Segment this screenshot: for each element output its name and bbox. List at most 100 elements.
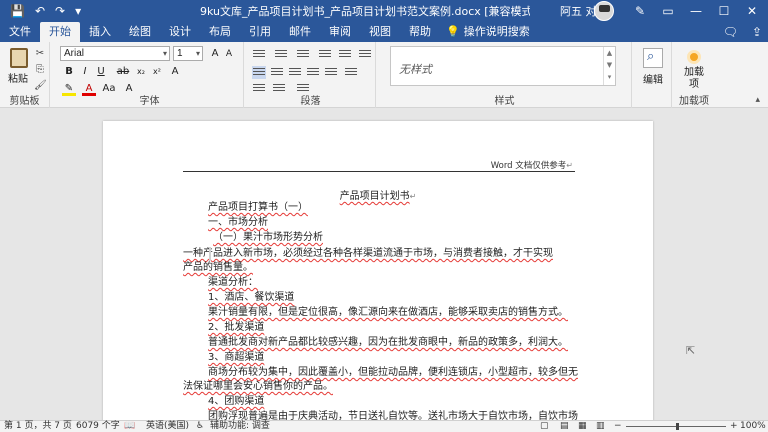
web-layout-icon[interactable]: ▥ [596,421,605,432]
tab-layout[interactable]: 布局 [200,22,240,42]
tell-me-search[interactable]: 💡 操作说明搜索 [440,22,536,42]
body-line[interactable]: 3、商超渠道 [208,351,264,365]
align-left-icon[interactable] [252,66,266,79]
undo-icon[interactable]: ↶ [35,4,45,18]
document-page[interactable]: Word 文档仅供参考↵ 产品项目计划书↵ 产品项目打算书（一） 一、市场分析 … [103,121,653,420]
justify-icon[interactable] [306,66,320,79]
user-name[interactable]: 阿五 对 [560,3,597,19]
italic-button[interactable]: I [78,65,92,79]
body-line[interactable]: 一种产品进入新市场，必须经过各种各样渠道流通于市场，与消费者接触，才干实现 [183,247,553,261]
addins-button-label: 加载项 [684,67,704,90]
shrink-font-icon[interactable]: A [222,47,236,61]
print-layout-icon[interactable]: ▦ [578,421,587,432]
numbering-icon[interactable] [274,48,288,61]
paragraph-group-label: 段落 [300,96,321,107]
document-area: Word 文档仅供参考↵ 产品项目计划书↵ 产品项目打算书（一） 一、市场分析 … [0,109,768,420]
increase-indent-icon[interactable] [338,48,352,61]
paste-icon[interactable] [10,48,28,68]
body-line[interactable]: 商场分布较为集中，因此覆盖小，但能拉动品牌，便利连锁店，小型超市，较多但无 [208,366,578,380]
coauthor-icon[interactable]: ✎ [626,0,654,22]
ribbon-home: 粘贴 ✂ ⎘ 🖌 剪贴板 Arial ▾ 1 ▾ A A B I U ab x₂ x… [0,42,768,108]
avatar[interactable] [594,1,614,21]
decrease-indent-icon[interactable] [318,48,332,61]
body-line[interactable]: 团购浮现普遍是由于庆典活动，节日送礼自饮等。送礼市场大于自饮市场，自饮市场 [208,410,578,420]
tab-draw[interactable]: 绘图 [120,22,160,42]
editing-button[interactable]: 编辑 [638,48,668,86]
style-current[interactable]: 无样式 [399,61,432,77]
styles-gallery[interactable]: 无样式 ▲ ▼ ▾ [390,46,616,86]
bold-button[interactable]: B [62,65,76,79]
body-line[interactable]: 渠道分析： [208,276,258,290]
body-line[interactable]: （一）果汁市场形势分析 [213,231,323,245]
subscript-button[interactable]: x₂ [134,65,148,79]
grow-font-icon[interactable]: A [208,47,222,61]
save-icon[interactable]: 💾 [10,4,25,18]
ribbon-display-options-icon[interactable]: ▭ [654,0,682,22]
zoom-slider-thumb[interactable] [676,423,679,430]
body-line[interactable]: 4、团购渠道 [208,395,264,409]
underline-button[interactable]: U [94,65,108,79]
body-line[interactable]: 法保证哪里会安心销售你的产品。 [183,380,333,394]
tab-design[interactable]: 设计 [160,22,200,42]
word-count[interactable]: 6079 个字 [76,421,120,432]
paste-button[interactable]: 粘贴 [8,70,28,85]
tab-help[interactable]: 帮助 [400,22,440,42]
line-spacing-icon[interactable] [344,66,358,79]
comments-icon[interactable]: 🗨 [723,25,738,39]
quick-access-toolbar: 💾 ↶ ↷ ▾ [0,4,120,18]
align-right-icon[interactable] [288,66,302,79]
strikethrough-button[interactable]: ab [116,65,130,79]
body-line[interactable]: 产品的销售量。 [183,261,253,275]
maximize-icon[interactable]: ☐ [710,0,738,22]
tab-file[interactable]: 文件 [0,22,40,42]
minimize-icon[interactable]: — [682,0,710,22]
accessibility-status[interactable]: 辅助功能: 调查 [210,421,270,432]
clipboard-group-label: 剪贴板 [9,96,40,107]
tab-review[interactable]: 审阅 [320,22,360,42]
page-header[interactable]: Word 文档仅供参考↵ [491,159,573,171]
body-line[interactable]: 1、酒店、餐饮渠道 [208,291,294,305]
font-name-combo[interactable]: Arial ▾ [60,46,170,61]
text-effects-icon[interactable]: A [168,65,182,79]
distributed-icon[interactable] [324,66,338,79]
sort-icon[interactable] [358,48,372,61]
tab-references[interactable]: 引用 [240,22,280,42]
body-line[interactable]: 果汁销量有限，但是定位很高，像汇源向来在做酒店，能够采取卖店的销售方式。 [208,306,568,320]
share-icon[interactable]: ⇪ [752,25,762,39]
tab-mailings[interactable]: 邮件 [280,22,320,42]
addins-button[interactable]: 加载项 [678,50,710,91]
collapse-ribbon-icon[interactable]: ▴ [755,95,760,105]
font-size-combo[interactable]: 1 ▾ [173,46,203,61]
customize-qat-icon[interactable]: ▾ [75,4,81,18]
language[interactable]: 英语(美国) [146,421,189,432]
body-line[interactable]: 2、批发渠道 [208,321,264,335]
copy-icon[interactable]: ⎘ [34,64,46,76]
cut-icon[interactable]: ✂ [34,48,46,60]
body-line[interactable]: 一、市场分析 [208,216,268,230]
proofing-icon[interactable]: 📖 [124,421,135,432]
tab-view[interactable]: 视图 [360,22,400,42]
document-heading[interactable]: 产品项目计划书↵ [103,187,653,202]
styles-scroll[interactable]: ▲ ▼ ▾ [603,47,615,85]
header-rule [183,171,575,172]
focus-mode-icon[interactable]: ▢ [540,421,549,432]
page-count[interactable]: 第 1 页，共 7 页 [4,421,72,432]
addins-group: 加载项 加载项 [674,42,714,108]
bullets-icon[interactable] [252,48,266,61]
body-line[interactable]: 产品项目打算书（一） [208,201,308,215]
superscript-button[interactable]: x² [150,65,164,79]
zoom-in-icon[interactable]: + [730,421,738,432]
close-icon[interactable]: ✕ [738,0,766,22]
align-center-icon[interactable] [270,66,284,79]
read-mode-icon[interactable]: ▤ [560,421,569,432]
lightbulb-icon: 💡 [446,25,460,38]
multilevel-list-icon[interactable] [296,48,310,61]
zoom-level[interactable]: 100% [740,421,766,432]
format-painter-icon[interactable]: 🖌 [34,80,47,92]
body-line[interactable]: 普通批发商对新产品都比较感兴趣，因为在批发商眼中，新品的政策多，利润大。 [208,336,568,350]
tab-home[interactable]: 开始 [40,22,80,42]
redo-icon[interactable]: ↷ [55,4,65,18]
paragraph-group: 段落 [246,42,376,108]
tab-insert[interactable]: 插入 [80,22,120,42]
zoom-out-icon[interactable]: − [614,421,622,432]
